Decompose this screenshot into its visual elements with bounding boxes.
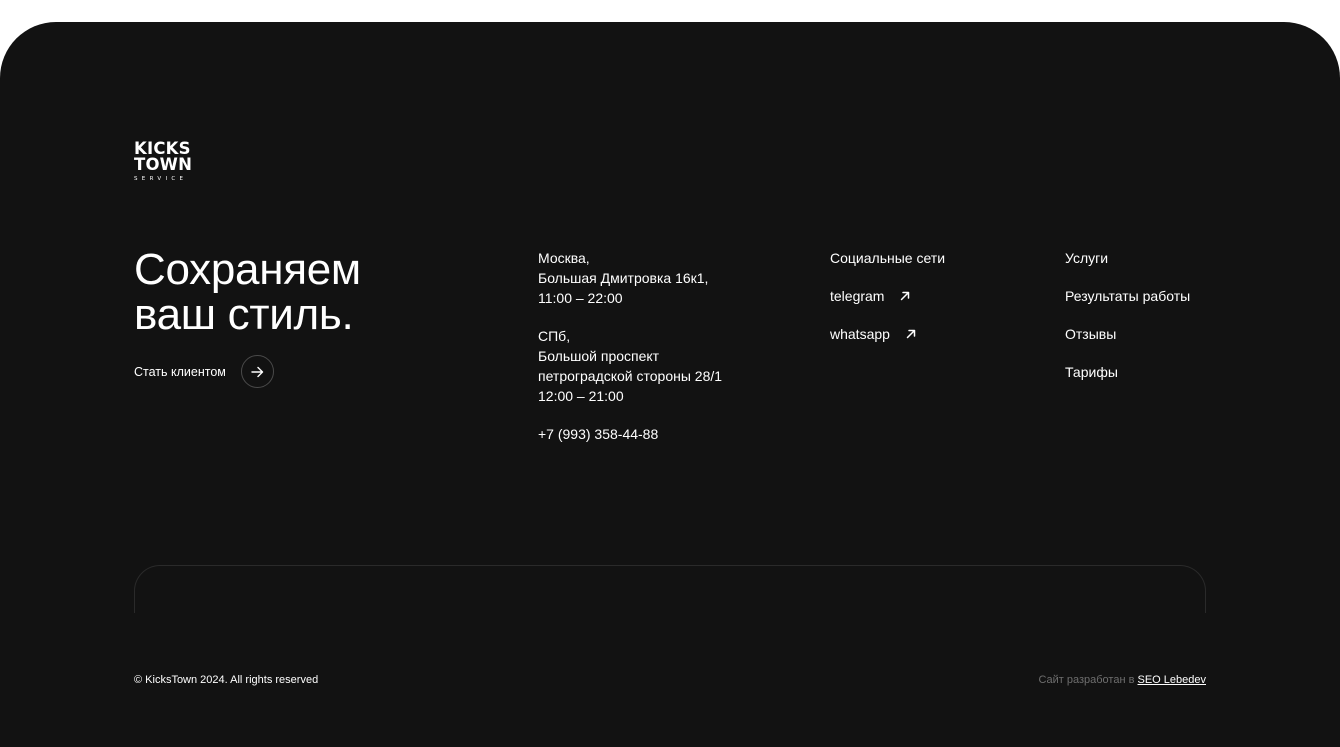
social-column: Социальные сети telegram whatsapp (830, 248, 945, 344)
phone-block: +7 (993) 358-44-88 (538, 424, 722, 444)
whatsapp-link[interactable]: whatsapp (830, 324, 945, 344)
spb-city: СПб, (538, 328, 571, 344)
spb-address-line-2: петроградской стороны 28/1 (538, 368, 723, 384)
address-moscow: Москва, Большая Дмитровка 16к1, 11:00 – … (538, 248, 722, 308)
moscow-city: Москва, (538, 250, 590, 266)
nav-item-results[interactable]: Результаты работы (1065, 286, 1190, 306)
spb-address-line-1: Большой проспект (538, 348, 660, 364)
moscow-hours: 11:00 – 22:00 (538, 290, 623, 306)
become-client-label: Стать клиентом (134, 364, 226, 379)
nav-item-reviews[interactable]: Отзывы (1065, 324, 1190, 344)
whatsapp-label: whatsapp (830, 326, 890, 342)
site-footer: KICKS TOWN SERVICE Сохраняем ваш стиль. … (0, 22, 1340, 747)
logo-line-3: SERVICE (134, 176, 188, 182)
footer-nav: Услуги Результаты работы Отзывы Тарифы (1065, 248, 1190, 400)
logo[interactable]: KICKS TOWN SERVICE (134, 140, 206, 183)
telegram-link[interactable]: telegram (830, 286, 945, 306)
moscow-address: Большая Дмитровка 16к1, (538, 270, 709, 286)
developer-link[interactable]: SEO Lebedev (1138, 674, 1207, 686)
developer-prefix: Сайт разработан в (1038, 674, 1135, 686)
nav-item-services[interactable]: Услуги (1065, 248, 1190, 268)
logo-line-2: TOWN (134, 155, 193, 174)
headline-line-2: ваш стиль. (134, 290, 354, 339)
phone-link[interactable]: +7 (993) 358-44-88 (538, 424, 722, 444)
address-spb: СПб, Большой проспект петроградской стор… (538, 326, 722, 406)
telegram-label: telegram (830, 288, 885, 304)
headline-line-1: Сохраняем (134, 245, 361, 294)
nav-item-pricing[interactable]: Тарифы (1065, 362, 1190, 382)
spb-hours: 12:00 – 21:00 (538, 388, 624, 404)
arrow-up-right-icon (906, 329, 916, 339)
footer-divider (134, 565, 1206, 613)
arrow-up-right-icon (901, 291, 910, 301)
contacts-column: Москва, Большая Дмитровка 16к1, 11:00 – … (538, 248, 722, 462)
social-title: Социальные сети (830, 250, 946, 266)
developer-credit: Сайт разработан в SEO Lebedev (1038, 674, 1206, 686)
arrow-right-icon[interactable] (240, 355, 274, 388)
copyright-text: © KicksTown 2024. All rights reserved (134, 674, 319, 686)
become-client-button[interactable]: Стать клиентом (134, 355, 274, 388)
footer-headline: Сохраняем ваш стиль. (134, 247, 361, 337)
